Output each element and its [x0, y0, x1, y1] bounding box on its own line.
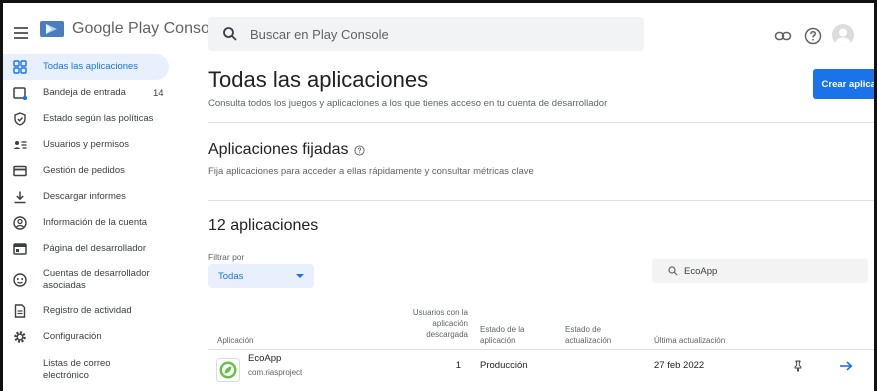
play-console-logo-icon [40, 21, 64, 37]
sidebar-item-label: Descargar informes [43, 191, 126, 202]
header-line-2: aplicación [480, 336, 516, 345]
sidebar-item-developer-page[interactable]: Página del desarrollador [3, 236, 179, 262]
sidebar-item-download-reports[interactable]: Descargar informes [3, 184, 179, 210]
search-icon [668, 266, 678, 276]
account-avatar[interactable] [832, 24, 854, 46]
app-search-input[interactable]: EcoApp [652, 259, 868, 283]
developer-page-icon [13, 243, 27, 255]
sidebar-item-label: Configuración [43, 331, 102, 342]
app-search-value: EcoApp [684, 265, 718, 277]
sidebar-item-label: Información de la cuenta [43, 217, 148, 228]
header-line-3: descargada [426, 330, 468, 339]
search-placeholder: Buscar en Play Console [250, 26, 389, 42]
app-icon [216, 358, 240, 382]
header-line-2: actualización [565, 336, 612, 345]
arrow-right-icon[interactable] [839, 360, 853, 372]
pinned-apps-title: Aplicaciones fijadas [208, 141, 365, 159]
pinned-apps-title-text: Aplicaciones fijadas [208, 141, 349, 158]
sidebar-item-label: Usuarios y permisos [43, 139, 130, 150]
help-icon[interactable] [353, 144, 365, 156]
filter-dropdown[interactable]: Todas [208, 264, 314, 288]
sidebar-item-policy-status[interactable]: Estado según las políticas [3, 106, 179, 132]
play-console-logo[interactable]: Google Play Console [40, 19, 222, 39]
sidebar-nav: Todas las aplicaciones Bandeja de entrad… [3, 54, 179, 386]
column-header-users[interactable]: Usuarios con la aplicación descargada [368, 307, 468, 340]
section-divider [208, 122, 874, 123]
apps-count-title: 12 aplicaciones [208, 217, 319, 234]
sidebar-item-label: Cuentas de desarrollador asociadas [43, 268, 150, 292]
sidebar-item-label: Bandeja de entrada [43, 87, 126, 98]
account-circle-icon [13, 216, 27, 230]
create-app-button[interactable]: Crear aplicación [813, 69, 874, 99]
sidebar-item-label: Todas las aplicaciones [43, 61, 139, 72]
shield-check-icon [14, 112, 26, 126]
sidebar-item-label: Registro de actividad [43, 305, 132, 316]
table-row[interactable]: EcoApp com.riasproject 1 Producción 27 f… [208, 353, 874, 387]
sidebar-item-inbox[interactable]: Bandeja de entrada 14 [3, 80, 179, 106]
section-divider [208, 200, 874, 201]
gear-icon [14, 331, 26, 343]
app-package: com.riasproject [248, 368, 303, 377]
sidebar-item-linked-accounts[interactable]: Cuentas de desarrollador asociadas [3, 262, 179, 298]
page-title: Todas las aplicaciones [208, 67, 429, 92]
inbox-icon [13, 87, 27, 100]
sidebar-item-mailing-lists[interactable]: Listas de correo electrónico [3, 350, 179, 386]
filter-label: Filtrar por [208, 252, 245, 262]
pinned-apps-subtitle: Fija aplicaciones para acceder a ellas r… [208, 166, 534, 177]
apps-grid-icon [13, 60, 27, 74]
credit-card-icon [13, 165, 27, 177]
search-input[interactable]: Buscar en Play Console [208, 17, 644, 51]
pin-icon[interactable] [792, 360, 804, 372]
play-console-window: Google Play Console Buscar en Play Conso… [0, 0, 877, 391]
users-list-icon [13, 141, 27, 149]
column-header-update-status[interactable]: Estado de actualización [565, 324, 611, 346]
header-line-2: aplicación [432, 319, 468, 328]
header-line-1: Estado de la [480, 325, 525, 334]
sidebar-item-label: Gestión de pedidos [43, 165, 125, 176]
document-icon [14, 304, 26, 318]
filter-selected-value: Todas [218, 270, 244, 282]
app-status: Producción [480, 360, 528, 371]
page-subtitle: Consulta todos los juegos y aplicaciones… [208, 98, 608, 109]
label-line-1: Cuentas de desarrollador [43, 268, 150, 279]
linked-accounts-icon [13, 273, 27, 287]
column-header-app[interactable]: Aplicación [217, 335, 253, 346]
sidebar-item-label: Listas de correo electrónico [43, 358, 111, 382]
menu-icon[interactable] [14, 27, 28, 39]
column-header-last-update[interactable]: Última actualización [654, 335, 725, 346]
help-icon[interactable] [804, 27, 822, 45]
label-line-1: Listas de correo [43, 358, 111, 369]
column-header-app-status[interactable]: Estado de la aplicación [480, 324, 524, 346]
link-icon[interactable] [774, 27, 792, 45]
inbox-count-badge: 14 [153, 87, 164, 99]
header-line-1: Usuarios con la [412, 308, 468, 317]
sidebar-item-label: Estado según las políticas [43, 113, 154, 124]
sidebar-item-label: Página del desarrollador [43, 243, 146, 254]
sidebar-item-settings[interactable]: Configuración [3, 324, 179, 350]
sidebar-item-order-management[interactable]: Gestión de pedidos [3, 158, 179, 184]
app-name[interactable]: EcoApp [248, 353, 281, 364]
label-line-2: electrónico [43, 370, 89, 381]
avatar-icon [835, 28, 851, 46]
download-icon [14, 191, 26, 204]
header-line-1: Estado de [565, 325, 602, 334]
users-count: 1 [455, 360, 461, 371]
search-icon [223, 27, 237, 41]
last-update-date: 27 feb 2022 [654, 360, 705, 371]
chevron-down-icon [296, 274, 304, 278]
sidebar-item-users-permissions[interactable]: Usuarios y permisos [3, 132, 179, 158]
sidebar-item-activity-log[interactable]: Registro de actividad [3, 298, 179, 324]
sidebar-item-all-apps[interactable]: Todas las aplicaciones [3, 54, 169, 80]
sidebar-item-account-info[interactable]: Información de la cuenta [3, 210, 179, 236]
table-header-divider [208, 349, 874, 350]
label-line-2: asociadas [43, 280, 86, 291]
app-title: Google Play Console [72, 20, 223, 37]
